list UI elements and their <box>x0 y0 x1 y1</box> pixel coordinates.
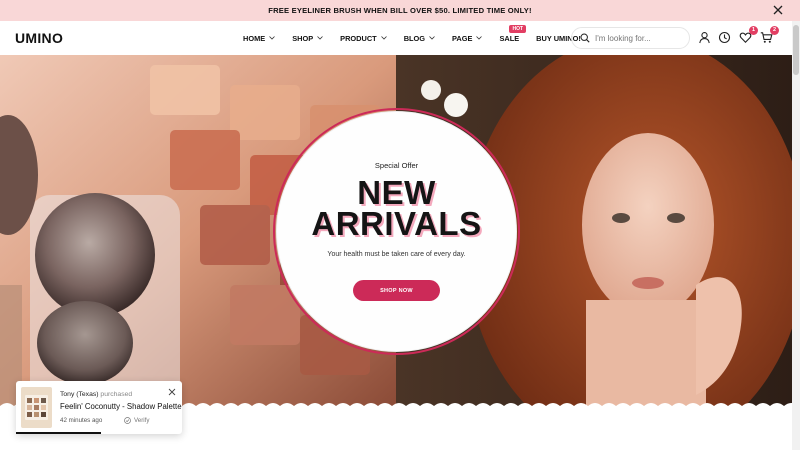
hero-banner: Special Offer NEW ARRIVALS Your health m… <box>0 55 792 410</box>
user-icon[interactable] <box>698 31 711 44</box>
purchase-action: purchased <box>100 391 133 398</box>
verify-badge: Verify <box>124 417 149 424</box>
nav-sale[interactable]: SALE HOT <box>499 24 527 43</box>
nav-home-label: HOME <box>243 33 266 43</box>
close-icon[interactable] <box>772 4 784 16</box>
cart-button[interactable]: 2 <box>760 26 779 44</box>
nav-sale-label: SALE <box>499 33 520 43</box>
search-icon <box>580 33 590 43</box>
purchase-time: 42 minutes ago <box>60 417 103 424</box>
close-icon[interactable] <box>168 388 176 396</box>
search-box[interactable] <box>571 27 690 49</box>
chevron-down-icon <box>269 36 275 40</box>
wishlist-count-badge: 1 <box>749 26 758 35</box>
cart-count-badge: 2 <box>770 26 779 35</box>
nav-shop[interactable]: SHOP <box>292 34 323 43</box>
nav-page-label: PAGE <box>452 33 473 43</box>
nav-page[interactable]: PAGE <box>452 33 483 43</box>
popup-timer-bar <box>16 432 101 434</box>
site-logo[interactable]: UMINO <box>15 30 63 46</box>
nav-blog-label: BLOG <box>403 33 426 43</box>
buyer-name: Tony (Texas) <box>60 391 99 398</box>
verify-label: Verify <box>134 417 150 424</box>
product-thumbnail[interactable] <box>21 387 52 428</box>
chevron-down-icon <box>476 36 483 40</box>
purchase-product-link[interactable]: Feelin' Coconutty - Shadow Palette <box>60 402 182 411</box>
announcement-bar: FREE EYELINER BRUSH WHEN BILL OVER $50. … <box>0 0 800 21</box>
nav-home[interactable]: HOME <box>243 34 275 43</box>
chevron-down-icon <box>317 36 323 40</box>
shop-now-button[interactable]: SHOP NOW <box>353 280 440 301</box>
clock-icon[interactable] <box>718 31 731 44</box>
wishlist-button[interactable]: 1 <box>739 26 758 44</box>
chevron-down-icon <box>380 36 387 40</box>
nav-product[interactable]: PRODUCT <box>340 34 387 43</box>
site-header: UMINO HOME SHOP PRODUCT BLOG PAGE SALE H… <box>0 21 792 55</box>
hero-kicker: Special Offer <box>374 161 419 170</box>
search-input[interactable] <box>595 33 685 43</box>
nav-shop-label: SHOP <box>292 33 314 43</box>
page-scrollbar[interactable] <box>792 21 800 450</box>
page: FREE EYELINER BRUSH WHEN BILL OVER $50. … <box>0 0 800 450</box>
scrollbar-thumb[interactable] <box>793 25 799 75</box>
hero-title-line2: ARRIVALS <box>311 205 482 242</box>
recent-purchase-popup[interactable]: Tony (Texas) purchased Feelin' Coconutty… <box>16 381 182 434</box>
nav-blog[interactable]: BLOG <box>404 34 435 43</box>
main-nav: HOME SHOP PRODUCT BLOG PAGE SALE HOT BUY… <box>243 21 598 55</box>
purchase-buyer: Tony (Texas) purchased <box>60 391 132 398</box>
announcement-text: FREE EYELINER BRUSH WHEN BILL OVER $50. … <box>268 6 532 15</box>
chevron-down-icon <box>429 36 435 40</box>
check-circle-icon <box>124 417 131 424</box>
hero-subtitle: Your health must be taken care of every … <box>327 251 466 258</box>
hot-badge: HOT <box>509 24 527 33</box>
nav-product-label: PRODUCT <box>340 33 377 43</box>
